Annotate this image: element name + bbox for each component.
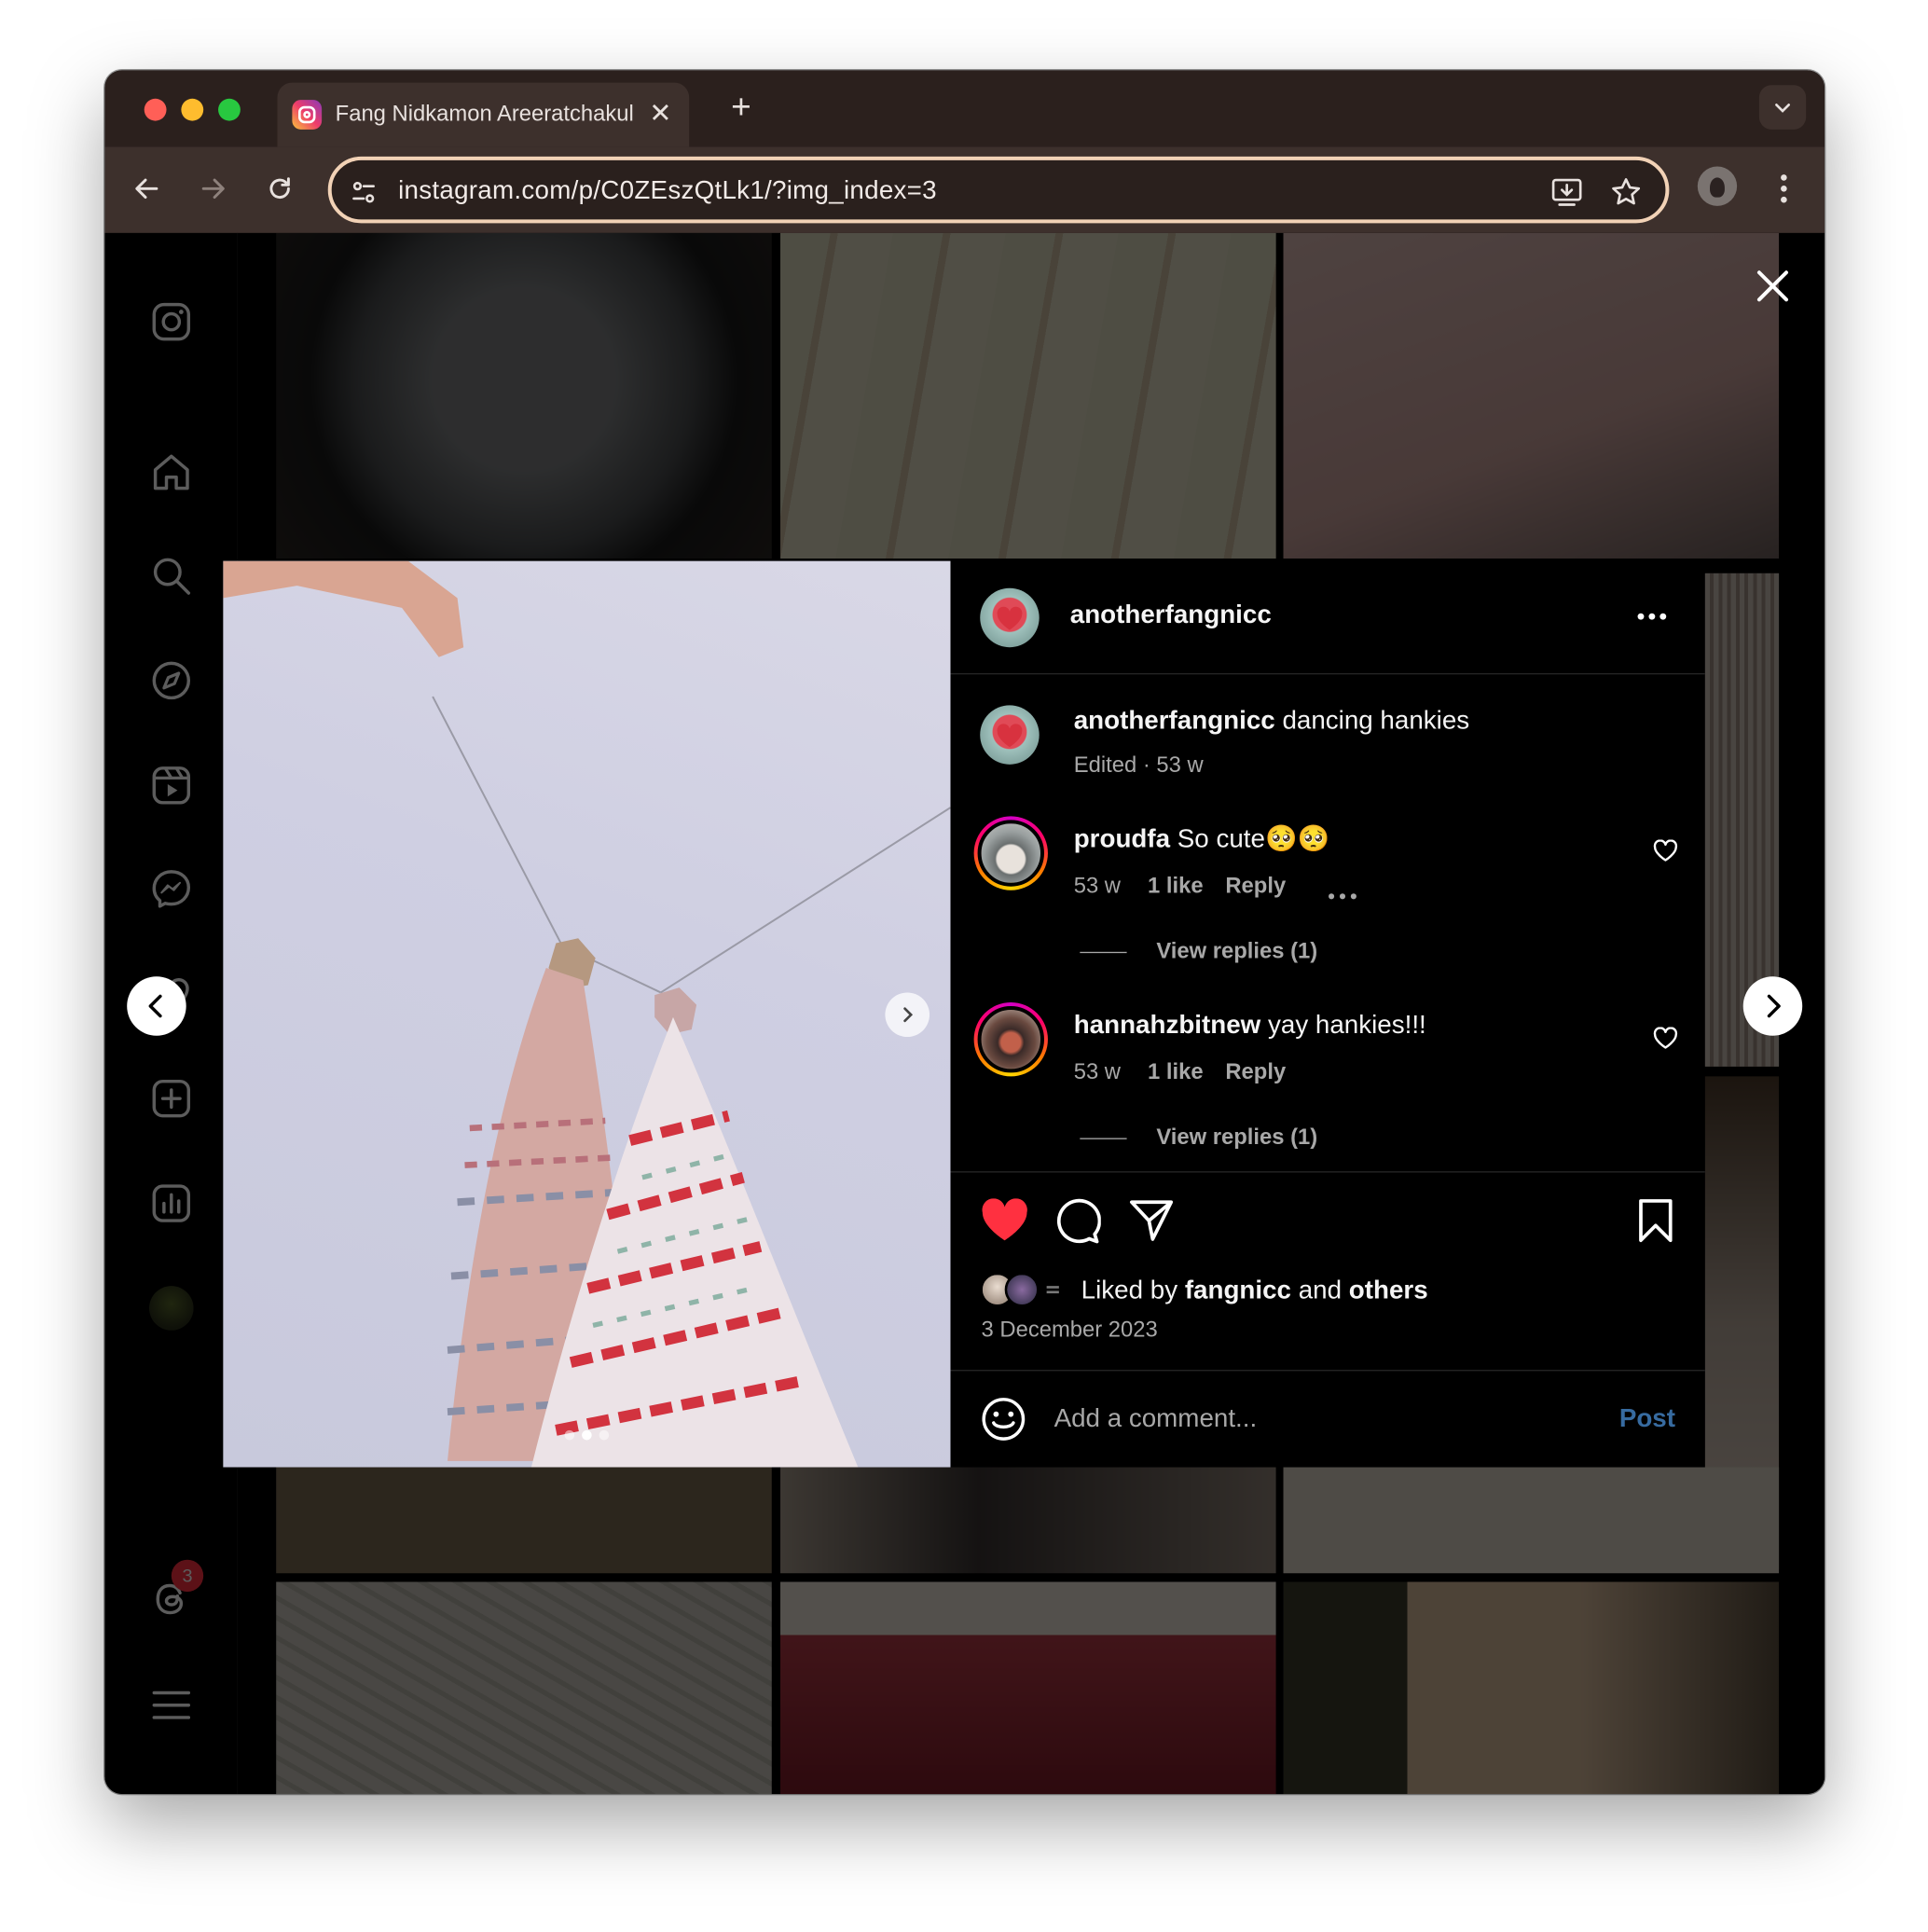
chevron-right-icon	[1767, 994, 1781, 1018]
close-icon	[1756, 270, 1788, 302]
liked-by-prefix: Liked by	[1081, 1276, 1185, 1304]
carousel-dots	[564, 1429, 610, 1441]
comment-input[interactable]	[1054, 1399, 1572, 1440]
comment-likes[interactable]: 1 like	[1148, 1059, 1204, 1085]
carousel-next-button[interactable]	[885, 992, 930, 1038]
carousel-dot	[582, 1429, 592, 1441]
view-replies-button[interactable]: View replies (1)	[1080, 1125, 1317, 1151]
browser-profile-avatar[interactable]	[1697, 166, 1738, 206]
chevron-left-icon	[148, 994, 162, 1018]
chevron-right-icon	[903, 1007, 914, 1023]
tab-search-button[interactable]	[1758, 85, 1807, 130]
divider	[950, 1171, 1705, 1173]
post-photo-hankies	[223, 560, 951, 1468]
post-comment-button[interactable]: Post	[1619, 1404, 1675, 1434]
more-horizontal-icon	[1329, 893, 1356, 900]
view-replies-button[interactable]: View replies (1)	[1080, 938, 1317, 964]
caption-username[interactable]: anotherfangnicc	[1074, 707, 1275, 735]
comment-text: So cute🥺🥺	[1170, 824, 1330, 854]
site-settings-icon[interactable]	[347, 175, 381, 210]
arrow-right-icon	[201, 178, 225, 200]
url-text[interactable]: instagram.com/p/C0ZEszQtLk1/?img_index=3	[398, 176, 937, 206]
comment-button[interactable]	[1054, 1197, 1102, 1250]
arrow-left-icon	[135, 178, 158, 200]
comment-age: 53 w	[1073, 1058, 1122, 1084]
previous-post-button[interactable]	[127, 976, 186, 1036]
tab-title: Fang Nidkamon Areeratchakul	[335, 101, 634, 126]
like-button[interactable]	[980, 1198, 1029, 1249]
caption-text: dancing hankies	[1274, 706, 1470, 736]
carousel-dot	[599, 1429, 610, 1441]
save-button[interactable]	[1636, 1198, 1675, 1249]
instagram-favicon-icon	[292, 100, 323, 130]
liked-by-others[interactable]: others	[1349, 1276, 1428, 1304]
comment-options-button[interactable]	[1328, 884, 1357, 906]
back-button[interactable]	[127, 169, 166, 208]
install-app-icon[interactable]	[1549, 175, 1584, 210]
comment: proudfa So cute🥺🥺	[1074, 825, 1329, 855]
comment-likes[interactable]: 1 like	[1148, 873, 1204, 899]
more-horizontal-icon	[1637, 613, 1667, 620]
comment-reply-button[interactable]: Reply	[1225, 1059, 1286, 1085]
next-post-button[interactable]	[1742, 976, 1803, 1036]
bookmark-icon	[1639, 1199, 1673, 1243]
caption-avatar[interactable]	[980, 705, 1040, 765]
likes-summary: Liked by fangnicc and others	[1081, 1276, 1428, 1306]
close-window-button[interactable]	[144, 98, 167, 121]
comment-age: 53 w	[1073, 873, 1122, 898]
caption-meta: Edited · 53 w	[1073, 752, 1204, 778]
browser-tab[interactable]: Fang Nidkamon Areeratchakul ✕	[277, 82, 690, 147]
browser-toolbar: instagram.com/p/C0ZEszQtLk1/?img_index=3	[104, 146, 1825, 233]
carousel-dot	[564, 1429, 575, 1441]
commenter-avatar[interactable]	[973, 816, 1048, 890]
minimize-window-button[interactable]	[181, 98, 204, 121]
comment-text: yay hankies!!!	[1260, 1011, 1426, 1040]
comment: hannahzbitnew yay hankies!!!	[1074, 1011, 1426, 1041]
tab-close-icon[interactable]: ✕	[649, 97, 671, 129]
heart-outline-icon	[1653, 1027, 1678, 1049]
comment-username[interactable]: proudfa	[1074, 825, 1170, 853]
liker-avatar	[1004, 1272, 1040, 1307]
reload-icon	[269, 177, 290, 200]
divider	[950, 1370, 1705, 1372]
comment-like-button[interactable]	[1653, 1027, 1678, 1055]
comment-reply-button[interactable]: Reply	[1225, 873, 1286, 899]
post-image[interactable]	[223, 560, 951, 1468]
liker-more-icon	[1046, 1286, 1059, 1294]
emoji-smile-icon	[982, 1398, 1026, 1441]
post-date[interactable]: 3 December 2023	[982, 1317, 1158, 1343]
reload-button[interactable]	[260, 169, 299, 208]
instagram-page: 3	[104, 232, 1825, 1794]
bookmark-star-icon[interactable]	[1609, 175, 1644, 210]
paper-plane-icon	[1130, 1200, 1174, 1241]
author-avatar[interactable]	[980, 587, 1040, 648]
emoji-button[interactable]	[980, 1396, 1026, 1449]
liked-by-user[interactable]: fangnicc	[1185, 1276, 1291, 1304]
new-tab-button[interactable]: +	[731, 90, 751, 125]
comment-username[interactable]: hannahzbitnew	[1074, 1011, 1261, 1039]
tab-strip: Fang Nidkamon Areeratchakul ✕ +	[104, 70, 1825, 147]
heart-filled-icon	[982, 1198, 1027, 1241]
chevron-down-icon	[1775, 104, 1790, 113]
heart-outline-icon	[1653, 839, 1678, 862]
forward-button[interactable]	[194, 169, 233, 208]
share-button[interactable]	[1128, 1198, 1175, 1249]
caption: anotherfangnicc dancing hankies	[1074, 707, 1469, 737]
kebab-menu-icon	[1781, 174, 1787, 203]
close-modal-button[interactable]	[1752, 265, 1794, 307]
commenter-avatar[interactable]	[973, 1002, 1048, 1077]
comment-like-button[interactable]	[1653, 839, 1678, 867]
browser-menu-button[interactable]	[1764, 169, 1803, 208]
liked-by-and: and	[1291, 1276, 1349, 1304]
comment-bubble-icon	[1056, 1198, 1102, 1244]
browser-window: Fang Nidkamon Areeratchakul ✕ + instagra…	[104, 70, 1825, 1794]
post-detail-panel: anotherfangnicc anotherfangnicc dancing …	[950, 560, 1705, 1468]
address-bar[interactable]: instagram.com/p/C0ZEszQtLk1/?img_index=3	[327, 156, 1670, 224]
post-header: anotherfangnicc	[950, 561, 1705, 675]
post-options-button[interactable]	[1636, 605, 1668, 628]
maximize-window-button[interactable]	[218, 98, 241, 121]
author-username[interactable]: anotherfangnicc	[1070, 600, 1272, 630]
